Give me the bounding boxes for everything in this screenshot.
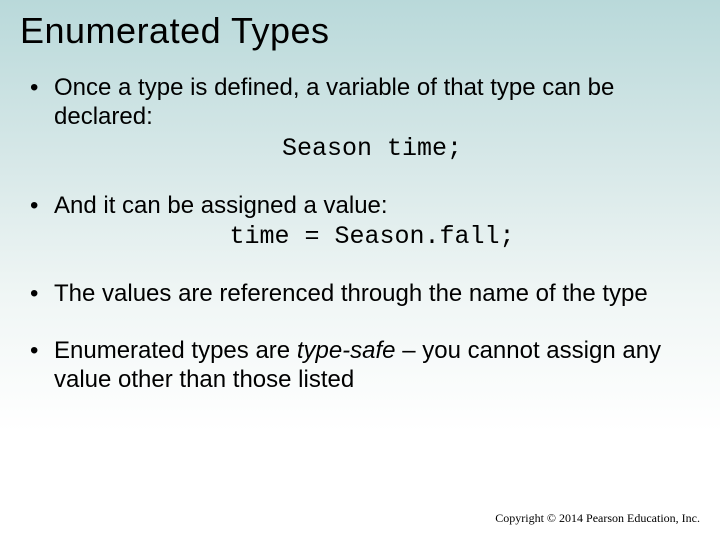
copyright-footer: Copyright © 2014 Pearson Education, Inc. <box>495 511 700 526</box>
bullet-2-code: time = Season.fall; <box>54 222 690 252</box>
bullet-1: Once a type is defined, a variable of th… <box>30 74 690 164</box>
bullet-3: The values are referenced through the na… <box>30 280 690 309</box>
bullet-1-code: Season time; <box>54 134 690 164</box>
bullet-4-pre: Enumerated types are <box>54 337 297 364</box>
bullet-2: And it can be assigned a value: time = S… <box>30 192 690 253</box>
bullet-4-emphasis: type-safe <box>297 337 396 364</box>
bullet-4: Enumerated types are type-safe – you can… <box>30 337 690 395</box>
bullet-1-text: Once a type is defined, a variable of th… <box>54 74 614 130</box>
slide-title: Enumerated Types <box>20 10 700 52</box>
bullet-2-text: And it can be assigned a value: <box>54 192 388 219</box>
slide: Enumerated Types Once a type is defined,… <box>0 0 720 540</box>
bullet-3-text: The values are referenced through the na… <box>54 280 648 307</box>
bullet-list: Once a type is defined, a variable of th… <box>20 74 700 395</box>
